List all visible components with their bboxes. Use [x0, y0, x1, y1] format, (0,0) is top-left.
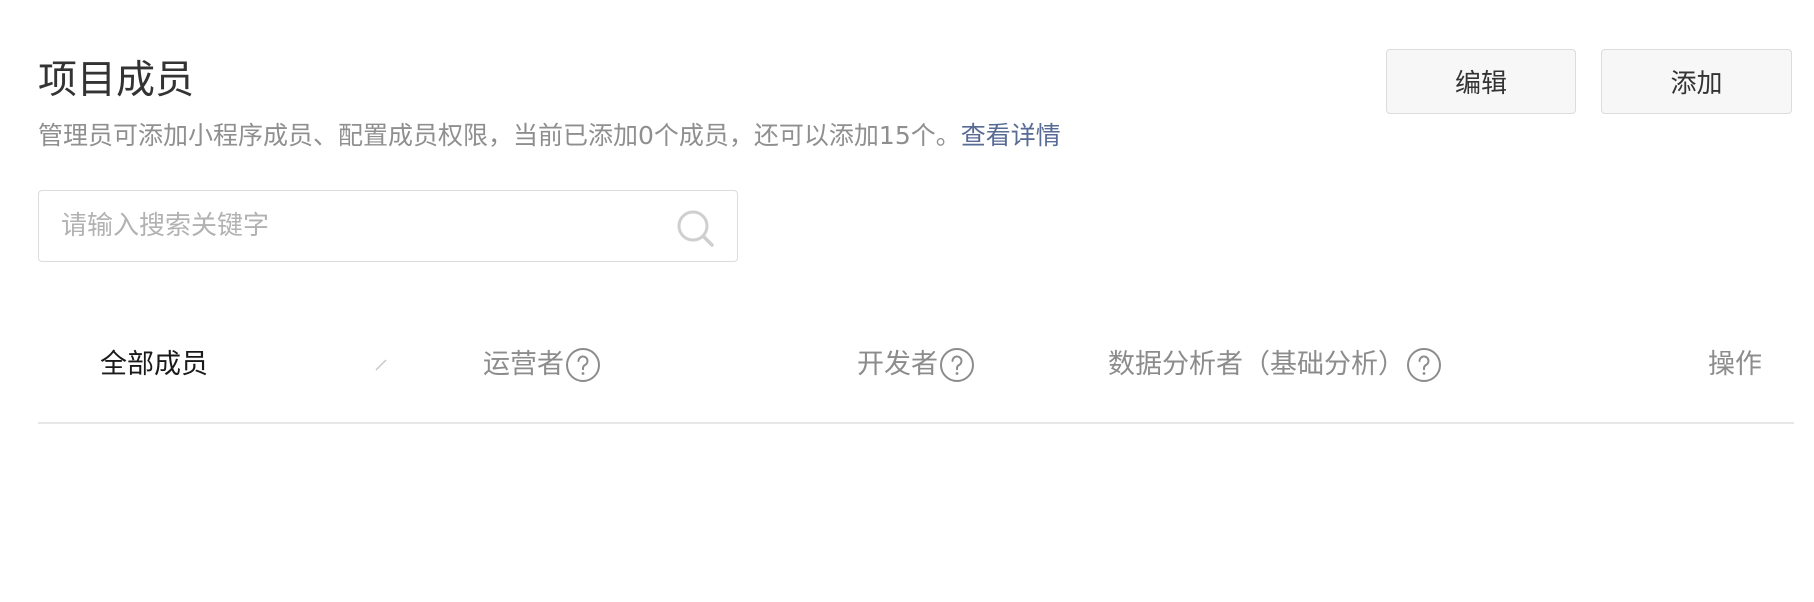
search-box	[38, 190, 738, 262]
page-title: 项目成员	[38, 58, 195, 103]
column-data-analyst: 数据分析者（基础分析）	[1108, 342, 1442, 388]
question-circle-icon[interactable]	[1406, 347, 1442, 383]
column-all-members-label: 全部成员	[100, 349, 208, 380]
description-text: 管理员可添加小程序成员、配置成员权限，当前已添加0个成员，还可以添加15个。	[38, 121, 961, 150]
column-data-analyst-label: 数据分析者（基础分析）	[1108, 349, 1405, 380]
column-operator: 运营者	[483, 342, 601, 388]
view-details-link[interactable]: 查看详情	[961, 121, 1061, 150]
search-input[interactable]	[61, 191, 661, 261]
question-circle-icon[interactable]	[939, 347, 975, 383]
question-circle-icon[interactable]	[565, 347, 601, 383]
column-developer: 开发者	[857, 342, 975, 388]
edit-button[interactable]: 编辑	[1386, 49, 1576, 114]
add-button[interactable]: 添加	[1601, 49, 1792, 114]
column-resize-icon[interactable]	[374, 358, 388, 372]
column-action: 操作	[1708, 342, 1762, 388]
member-management-page: 项目成员 管理员可添加小程序成员、配置成员权限，当前已添加0个成员，还可以添加1…	[0, 0, 1814, 602]
member-table-header: 全部成员 运营者 开发者 数据分析者（基础分析） 操作	[38, 320, 1794, 424]
column-developer-label: 开发者	[857, 349, 938, 380]
column-action-label: 操作	[1708, 349, 1762, 380]
page-description: 管理员可添加小程序成员、配置成员权限，当前已添加0个成员，还可以添加15个。查看…	[38, 116, 1061, 156]
column-all-members[interactable]: 全部成员	[100, 342, 208, 388]
search-icon[interactable]	[675, 208, 715, 248]
column-operator-label: 运营者	[483, 349, 564, 380]
